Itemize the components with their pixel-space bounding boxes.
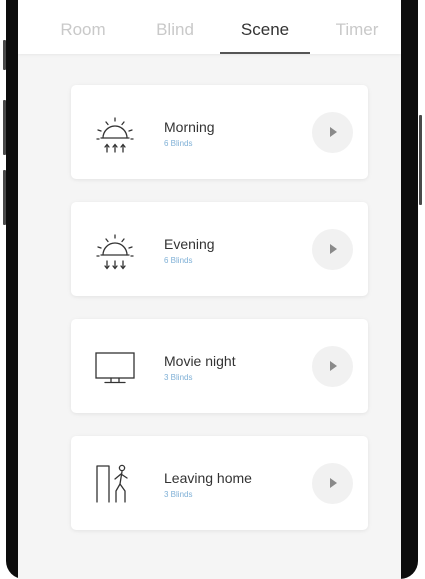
tab-scene[interactable]: Scene	[241, 20, 289, 40]
tv-icon	[95, 352, 135, 384]
tab-blind[interactable]: Blind	[156, 20, 194, 40]
play-scene-button[interactable]	[312, 346, 353, 387]
play-scene-button[interactable]	[312, 112, 353, 153]
phone-side-button	[419, 115, 422, 205]
scene-card-leaving-home[interactable]: Leaving home 3 Blinds	[71, 436, 368, 530]
app-screen: Room Blind Scene Timer Morning 6 Blinds	[18, 0, 401, 579]
scene-blind-count: 6 Blinds	[164, 139, 193, 148]
phone-side-button	[3, 40, 6, 70]
play-icon	[330, 478, 337, 488]
play-icon	[330, 127, 337, 137]
sunrise-icon	[96, 117, 134, 153]
scene-name: Leaving home	[164, 470, 252, 486]
play-scene-button[interactable]	[312, 463, 353, 504]
phone-side-button	[3, 100, 6, 155]
phone-side-button	[3, 170, 6, 225]
scene-card-morning[interactable]: Morning 6 Blinds	[71, 85, 368, 179]
scene-name: Morning	[164, 119, 215, 135]
tab-timer[interactable]: Timer	[336, 20, 379, 40]
play-icon	[330, 244, 337, 254]
play-scene-button[interactable]	[312, 229, 353, 270]
tab-bar: Room Blind Scene Timer	[18, 0, 401, 54]
scene-name: Evening	[164, 236, 215, 252]
scene-card-movie-night[interactable]: Movie night 3 Blinds	[71, 319, 368, 413]
scene-blind-count: 3 Blinds	[164, 490, 193, 499]
leaving-home-icon	[96, 464, 128, 503]
scene-card-evening[interactable]: Evening 6 Blinds	[71, 202, 368, 296]
play-icon	[330, 361, 337, 371]
scene-name: Movie night	[164, 353, 236, 369]
active-tab-indicator	[220, 52, 310, 54]
scene-blind-count: 3 Blinds	[164, 373, 193, 382]
sunset-icon	[96, 234, 134, 270]
tab-room[interactable]: Room	[60, 20, 105, 40]
scene-blind-count: 6 Blinds	[164, 256, 193, 265]
